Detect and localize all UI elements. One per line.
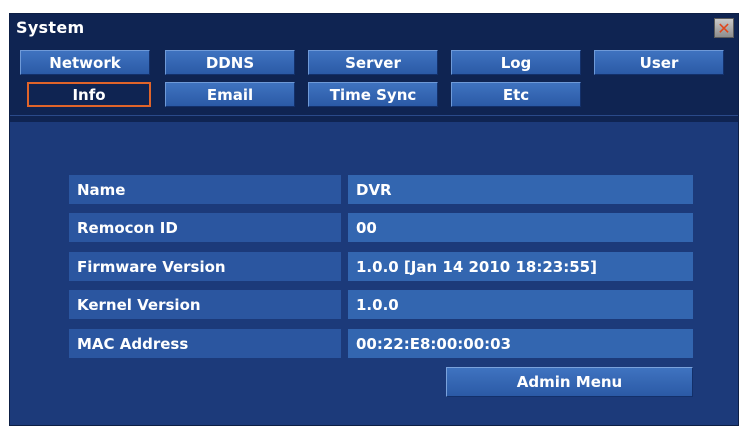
tab-email[interactable]: Email (165, 82, 295, 107)
label-remocon-id: Remocon ID (69, 213, 341, 242)
admin-menu-button[interactable]: Admin Menu (446, 367, 693, 397)
value-mac-address: 00:22:E8:00:00:03 (348, 329, 693, 358)
label-firmware-version: Firmware Version (69, 252, 341, 281)
tab-time-sync[interactable]: Time Sync (308, 82, 438, 107)
value-kernel-version: 1.0.0 (348, 290, 693, 319)
value-firmware-version: 1.0.0 [Jan 14 2010 18:23:55] (348, 252, 693, 281)
tab-etc[interactable]: Etc (451, 82, 581, 107)
tab-bar: Network DDNS Server Log User Info Email … (10, 42, 738, 122)
tab-network[interactable]: Network (20, 50, 150, 75)
value-remocon-id: 00 (348, 213, 693, 242)
label-mac-address: MAC Address (69, 329, 341, 358)
tab-info[interactable]: Info (27, 82, 151, 107)
tab-ddns[interactable]: DDNS (165, 50, 295, 75)
tab-log[interactable]: Log (451, 50, 581, 75)
window-title: System (16, 18, 85, 37)
close-button[interactable]: ✕ (714, 18, 734, 38)
value-name: DVR (348, 175, 693, 204)
tab-server[interactable]: Server (308, 50, 438, 75)
close-icon: ✕ (717, 18, 731, 38)
system-window: System ✕ Network DDNS Server Log User In… (9, 13, 739, 426)
label-kernel-version: Kernel Version (69, 290, 341, 319)
tab-user[interactable]: User (594, 50, 724, 75)
content-divider (10, 115, 738, 116)
titlebar: System ✕ (10, 14, 738, 42)
label-name: Name (69, 175, 341, 204)
